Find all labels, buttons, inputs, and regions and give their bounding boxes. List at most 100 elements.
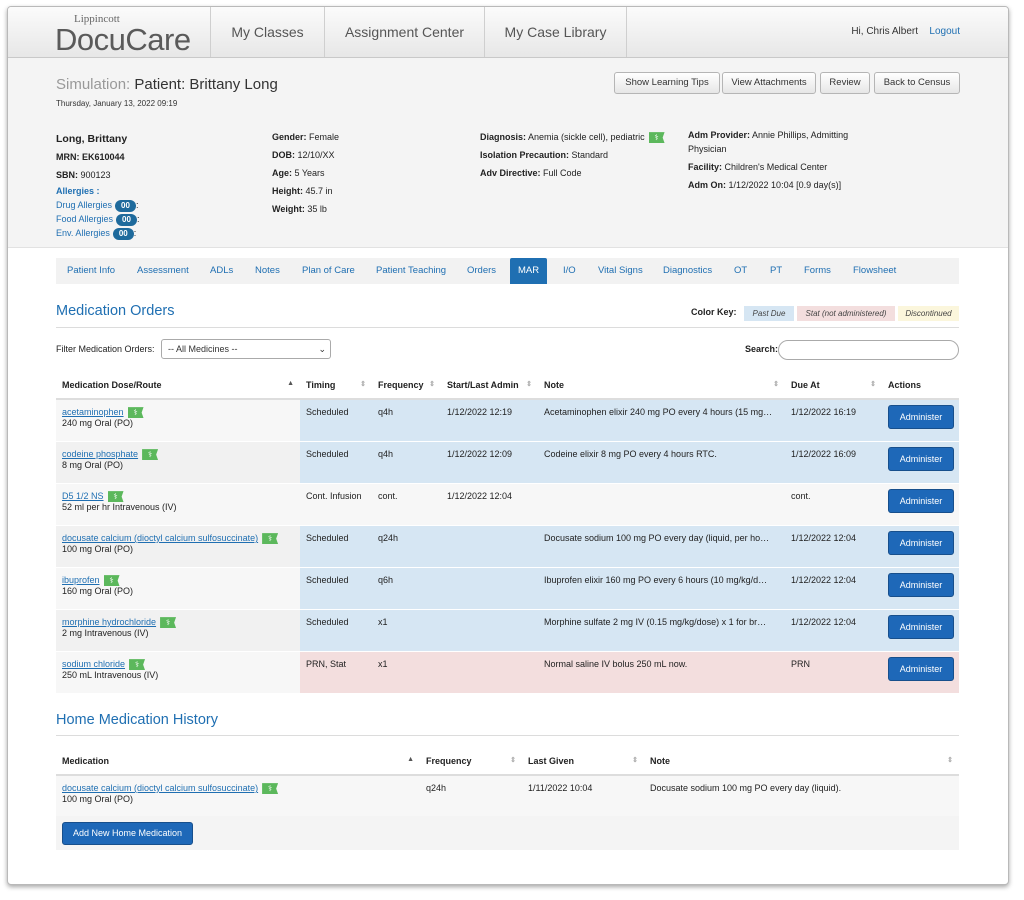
administer-button[interactable]: Administer [888, 531, 954, 555]
note-cell: Acetaminophen elixir 240 mg PO every 4 h… [538, 399, 785, 442]
tab-patient-info[interactable]: Patient Info [67, 258, 115, 284]
tab-plan-of-care[interactable]: Plan of Care [302, 258, 355, 284]
tab-notes[interactable]: Notes [255, 258, 280, 284]
sort-icon: ⇕ [510, 757, 516, 764]
tab-adls[interactable]: ADLs [210, 258, 233, 284]
col-header-timing[interactable]: Timing ⇕ [300, 372, 372, 400]
filter-label: Filter Medication Orders: [56, 344, 155, 354]
drug-guide-icon[interactable]: ⚕ [262, 783, 279, 795]
administer-button[interactable]: Administer [888, 615, 954, 639]
food-allergies-link[interactable]: Food Allergies [56, 214, 113, 224]
col-header-home-note[interactable]: Note ⇕ [644, 748, 959, 776]
tab-io[interactable]: I/O [563, 258, 576, 284]
administer-button[interactable]: Administer [888, 405, 954, 429]
allergies-label: Allergies : [56, 186, 100, 196]
col-header-medication[interactable]: Medication Dose/Route ▲ [56, 372, 300, 400]
patient-header: Simulation: Patient: Brittany Long Thurs… [8, 58, 1008, 248]
tab-assessment[interactable]: Assessment [137, 258, 189, 284]
drug-guide-icon[interactable]: ⚕ [129, 659, 146, 671]
col-header-home-medication[interactable]: Medication ▲ [56, 748, 420, 776]
medication-link[interactable]: codeine phosphate [62, 449, 138, 459]
col-label-note: Note [544, 380, 564, 390]
frequency-cell: x1 [372, 609, 441, 652]
tab-mar[interactable]: MAR [510, 258, 548, 284]
env-allergies-count[interactable]: 00 [112, 228, 134, 240]
tab-vital-signs[interactable]: Vital Signs [598, 258, 643, 284]
drug-guide-icon[interactable]: ⚕ [160, 617, 177, 629]
medication-link[interactable]: D5 1/2 NS [62, 491, 104, 501]
medication-link[interactable]: acetaminophen [62, 407, 124, 417]
nav-tab-my-case-library[interactable]: My Case Library [485, 7, 627, 57]
col-header-due-at[interactable]: Due At ⇕ [785, 372, 882, 400]
col-label-due-at: Due At [791, 380, 820, 390]
frequency-cell: cont. [372, 483, 441, 526]
tab-flowsheet[interactable]: Flowsheet [853, 258, 896, 284]
weight-label: Weight: [272, 204, 305, 214]
color-key-past-due: Past Due [744, 306, 794, 321]
drug-guide-icon[interactable]: ⚕ [142, 449, 159, 461]
nav-tab-my-classes[interactable]: My Classes [211, 7, 325, 57]
section-divider [56, 735, 959, 736]
home-medication-link[interactable]: docusate calcium (dioctyl calcium sulfos… [62, 783, 258, 793]
sort-icon: ⇕ [947, 757, 953, 764]
start-cell: 1/12/2022 12:09 [441, 441, 538, 484]
col-header-frequency[interactable]: Frequency ⇕ [372, 372, 441, 400]
gender-value: Female [309, 132, 340, 142]
frequency-cell: q4h [372, 441, 441, 484]
administer-button[interactable]: Administer [888, 489, 954, 513]
simulation-datetime: Thursday, January 13, 2022 09:19 [56, 99, 178, 108]
frequency-cell: q4h [372, 399, 441, 442]
filter-selected-value: -- All Medicines -- [168, 344, 238, 354]
actions-cell: Administer [882, 651, 959, 694]
medication-cell: D5 1/2 NS ⚕ 52 ml per hr Intravenous (IV) [56, 483, 300, 526]
directive-label: Adv Directive: [480, 168, 541, 178]
drug-guide-icon[interactable]: ⚕ [107, 491, 124, 503]
tab-forms[interactable]: Forms [804, 258, 831, 284]
dob-value: 12/10/XX [297, 150, 335, 160]
food-allergies-count[interactable]: 00 [116, 214, 137, 226]
tab-diagnostics[interactable]: Diagnostics [663, 258, 712, 284]
medication-link[interactable]: ibuprofen [62, 575, 100, 585]
sort-icon: ⇕ [632, 757, 638, 764]
administer-button[interactable]: Administer [888, 657, 954, 681]
col-header-note[interactable]: Note ⇕ [538, 372, 785, 400]
tab-patient-teaching[interactable]: Patient Teaching [376, 258, 446, 284]
view-attachments-button[interactable]: View Attachments [722, 72, 816, 94]
col-header-start[interactable]: Start/Last Admin ⇕ [441, 372, 538, 400]
tab-ot[interactable]: OT [734, 258, 747, 284]
drug-guide-icon[interactable]: ⚕ [103, 575, 120, 587]
sort-icon: ⇕ [526, 381, 532, 388]
drug-allergies-link[interactable]: Drug Allergies [56, 200, 112, 210]
docucare-logo[interactable]: Lippincott DocuCare [8, 7, 211, 57]
timing-cell: Cont. Infusion [300, 483, 372, 526]
frequency-cell: x1 [372, 651, 441, 694]
administer-button[interactable]: Administer [888, 447, 954, 471]
back-to-census-button[interactable]: Back to Census [874, 72, 960, 94]
table-row: docusate calcium (dioctyl calcium sulfos… [56, 775, 959, 818]
show-learning-tips-button[interactable]: Show Learning Tips [614, 72, 720, 94]
drug-allergies-count[interactable]: 00 [115, 200, 136, 212]
env-allergies-link[interactable]: Env. Allergies [56, 228, 110, 238]
col-header-last-given[interactable]: Last Given ⇕ [522, 748, 644, 776]
medication-link[interactable]: morphine hydrochloride [62, 617, 156, 627]
sbn-label: SBN: [56, 170, 78, 180]
logout-link[interactable]: Logout [929, 26, 960, 37]
search-input[interactable] [778, 340, 959, 360]
drug-guide-icon[interactable]: ⚕ [262, 533, 279, 545]
administer-button[interactable]: Administer [888, 573, 954, 597]
medication-link[interactable]: docusate calcium (dioctyl calcium sulfos… [62, 533, 258, 543]
nav-tab-assignment-center[interactable]: Assignment Center [325, 7, 485, 57]
col-header-home-frequency[interactable]: Frequency ⇕ [420, 748, 522, 776]
filter-medications-select[interactable]: -- All Medicines -- ⌄ [161, 339, 331, 359]
diagnosis-info-icon[interactable]: ⚕ [648, 132, 665, 144]
home-last-given-cell: 1/11/2022 10:04 [522, 775, 644, 818]
drug-guide-icon[interactable]: ⚕ [127, 407, 144, 419]
review-button[interactable]: Review [820, 72, 870, 94]
add-home-medication-button[interactable]: Add New Home Medication [62, 822, 194, 845]
medication-link[interactable]: sodium chloride [62, 659, 125, 669]
medication-cell: acetaminophen ⚕ 240 mg Oral (PO) [56, 399, 300, 442]
patient-clinical: Diagnosis: Anemia (sickle cell), pediatr… [480, 128, 665, 182]
tab-pt[interactable]: PT [770, 258, 782, 284]
tab-orders[interactable]: Orders [467, 258, 496, 284]
sbn-value: 900123 [80, 170, 111, 180]
